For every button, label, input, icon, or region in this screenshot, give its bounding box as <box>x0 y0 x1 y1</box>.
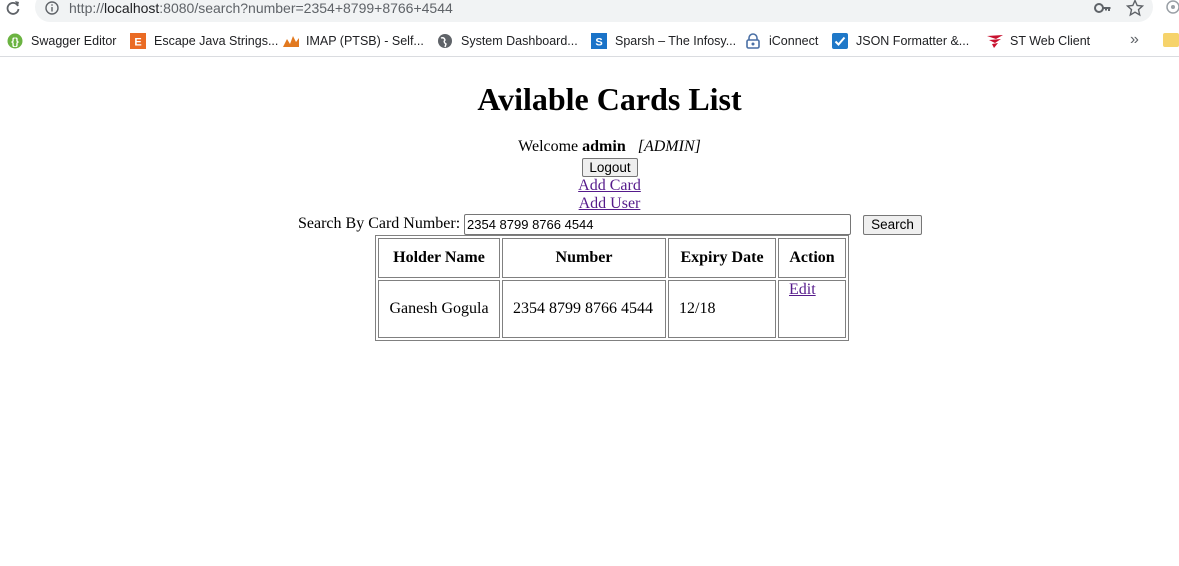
svg-text:S: S <box>595 37 602 49</box>
page-title: Avilable Cards List <box>477 81 742 117</box>
json-check-icon <box>832 33 848 49</box>
iconnect-lock-icon <box>745 33 761 49</box>
user-role: [ADMIN] <box>637 138 701 155</box>
extension-icon[interactable] <box>1166 0 1179 14</box>
folder-icon[interactable] <box>1163 33 1179 47</box>
add-card-link[interactable]: Add Card <box>578 177 641 194</box>
bookmark-swagger-editor[interactable]: {} Swagger Editor <box>7 31 116 51</box>
bookmark-imap[interactable]: IMAP (PTSB) - Self... <box>282 31 424 51</box>
cell-holder-name: Ganesh Gogula <box>378 280 500 338</box>
browser-toolbar: http://localhost:8080/search?number=2354… <box>0 0 1179 22</box>
bookmark-star-icon[interactable] <box>1125 0 1145 17</box>
page-content: Avilable Cards List Welcome admin [ADMIN… <box>0 57 1179 566</box>
svg-text:E: E <box>134 37 141 49</box>
swagger-icon: {} <box>7 33 23 49</box>
reload-icon[interactable] <box>5 0 21 16</box>
username: admin <box>582 138 626 155</box>
more-bookmarks-chevron-icon[interactable]: » <box>1130 31 1139 49</box>
svg-text:{}: {} <box>11 37 19 48</box>
bookmark-system-dashboard[interactable]: System Dashboard... <box>437 31 578 51</box>
bookmarks-bar: {} Swagger Editor E Escape Java Strings.… <box>0 28 1179 57</box>
edit-link[interactable]: Edit <box>789 281 816 298</box>
header-expiry-date: Expiry Date <box>668 238 776 278</box>
table-header-row: Holder Name Number Expiry Date Action <box>378 238 846 278</box>
escape-e-icon: E <box>130 33 146 49</box>
key-icon[interactable] <box>1094 1 1112 15</box>
header-action: Action <box>778 238 846 278</box>
url-text[interactable]: http://localhost:8080/search?number=2354… <box>69 0 453 16</box>
bookmark-json-formatter[interactable]: JSON Formatter &... <box>832 31 969 51</box>
cell-card-number: 2354 8799 8766 4544 <box>502 280 666 338</box>
cell-action: Edit <box>778 280 846 338</box>
bookmark-escape-java-strings[interactable]: E Escape Java Strings... <box>130 31 278 51</box>
bookmark-st-web-client[interactable]: ST Web Client <box>986 31 1090 51</box>
info-icon[interactable] <box>45 1 59 15</box>
add-user-link[interactable]: Add User <box>579 195 641 212</box>
st-wing-icon <box>986 33 1003 49</box>
header-holder-name: Holder Name <box>378 238 500 278</box>
search-button[interactable]: Search <box>863 215 922 235</box>
table-row: Ganesh Gogula 2354 8799 8766 4544 12/18 … <box>378 280 846 338</box>
search-label: Search By Card Number: <box>298 215 461 232</box>
header-number: Number <box>502 238 666 278</box>
bookmark-iconnect[interactable]: iConnect <box>745 31 818 51</box>
logout-button[interactable]: Logout <box>582 158 638 177</box>
globe-icon <box>437 33 453 49</box>
cards-table: Holder Name Number Expiry Date Action Ga… <box>375 235 849 341</box>
cell-expiry-date: 12/18 <box>668 280 776 338</box>
card-number-search-input[interactable] <box>464 214 851 235</box>
welcome-line: Welcome admin [ADMIN] <box>518 138 701 155</box>
imap-icon <box>282 33 299 49</box>
sparsh-s-icon: S <box>591 33 607 49</box>
bookmark-sparsh[interactable]: S Sparsh – The Infosy... <box>591 31 736 51</box>
